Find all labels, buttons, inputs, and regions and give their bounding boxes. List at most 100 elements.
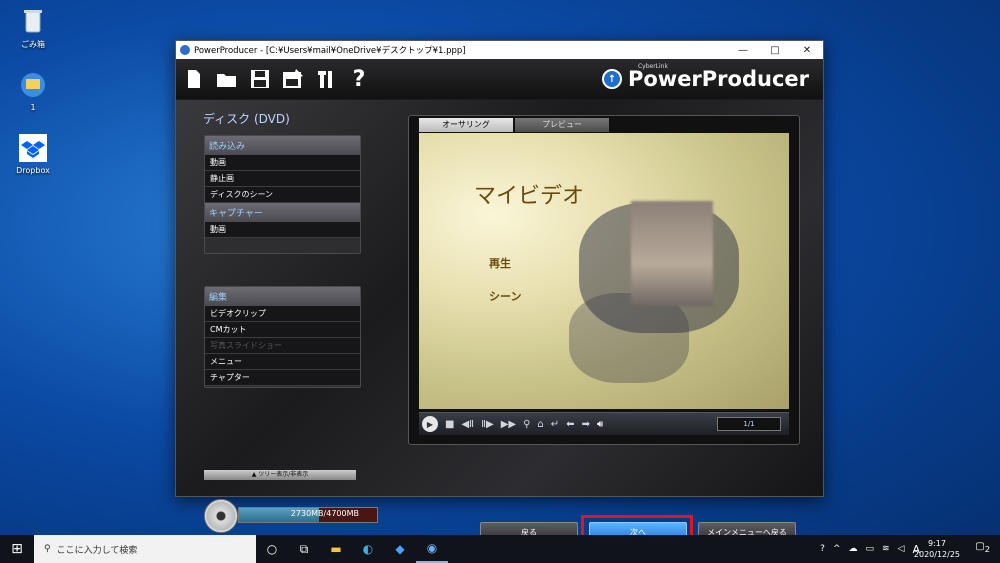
close-button[interactable]: ✕ — [791, 45, 823, 56]
task-view-icon: ⧉ — [299, 541, 309, 556]
clock[interactable]: 9:17 2020/12/25 — [914, 538, 960, 560]
walk-icon[interactable]: ⚲ — [523, 419, 530, 430]
edge-button[interactable]: ◐ — [352, 542, 384, 556]
folder-icon: ▬ — [330, 542, 342, 556]
arrow-left-icon[interactable]: ⬅ — [566, 419, 574, 430]
powerproducer-window: PowerProducer - [C:¥Users¥mail¥OneDrive¥… — [175, 40, 824, 547]
enter-icon[interactable]: ↵ — [551, 419, 559, 430]
import-item-still[interactable]: 静止画 — [205, 171, 360, 187]
chevron-up-icon[interactable]: ^ — [833, 544, 841, 554]
capture-item-video[interactable]: 動画 — [205, 222, 360, 238]
dropbox-icon — [18, 133, 48, 163]
desktop-icon-label: Dropbox — [16, 166, 50, 175]
menu-scene[interactable]: シーン — [489, 288, 521, 304]
edit-header: 編集 — [205, 287, 360, 306]
edit-item-photo-slideshow: 写真スライドショー — [205, 338, 360, 354]
stop-icon[interactable]: ■ — [445, 419, 454, 430]
arrow-right-icon[interactable]: ➡ — [582, 419, 590, 430]
capture-header: キャプチャー — [205, 203, 360, 222]
new-icon — [188, 70, 200, 88]
edit-item-video-clip[interactable]: ビデオクリップ — [205, 306, 360, 322]
tab-authoring[interactable]: オーサリング — [419, 118, 513, 132]
tab-preview[interactable]: プレビュー — [515, 118, 609, 132]
notification-count: 2 — [984, 544, 990, 554]
playback-controls: ▶ ■ ◀Ⅱ Ⅱ▶ ▶▶ ⚲ ⌂ ↵ ⬅ ➡ 🔊︎ 1/1 — [419, 412, 789, 435]
menu-play[interactable]: 再生 — [489, 255, 511, 271]
toolbar: ? ↑ CyberLink PowerProducer — [176, 59, 823, 99]
save-as-icon — [283, 69, 303, 88]
search-icon: ⚲ — [44, 544, 51, 554]
desktop-icon-label: 1 — [30, 103, 36, 112]
desktop-icon-powerproducer-file[interactable]: 1 — [8, 70, 58, 112]
help-button[interactable]: ? — [344, 66, 374, 92]
blurred-photo — [631, 201, 713, 306]
title-bar[interactable]: PowerProducer - [C:¥Users¥mail¥OneDrive¥… — [176, 41, 823, 59]
fast-forward-icon[interactable]: ▶▶ — [501, 419, 516, 430]
powerproducer-file-icon — [18, 70, 48, 100]
minimize-button[interactable]: — — [727, 45, 759, 56]
circle-icon: ○ — [266, 542, 278, 556]
powerproducer-taskbar-button[interactable]: ◉ — [416, 535, 448, 563]
explorer-button[interactable]: ▬ — [320, 542, 352, 556]
brand-label: PowerProducer — [627, 67, 809, 91]
network-icon[interactable]: ▭ — [865, 544, 874, 554]
disc-icon — [204, 499, 238, 533]
taskbar: ⊞ ⚲ ここに入力して検索 ○ ⧉ ▬ ◐ ◆ ◉ ? ^ ☁ ▭ ≋ ◁ A … — [0, 535, 1000, 563]
dropbox-icon: ◆ — [395, 542, 405, 556]
tools-button[interactable] — [311, 66, 341, 92]
help-tray-icon[interactable]: ? — [820, 544, 825, 554]
new-button[interactable] — [179, 66, 209, 92]
next-frame-icon[interactable]: Ⅱ▶ — [481, 419, 494, 430]
menu-preview-screen: マイビデオ 再生 シーン — [419, 133, 789, 409]
clock-date: 2020/12/25 — [913, 550, 960, 559]
main-area: ディスク (DVD) 読み込み 動画 静止画 ディスクのシーン キャプチャー 動… — [176, 100, 823, 547]
start-button[interactable]: ⊞ — [0, 541, 34, 557]
clock-time: 9:17 — [927, 539, 946, 548]
open-icon — [217, 74, 236, 87]
edge-icon: ◐ — [362, 542, 374, 556]
search-box[interactable]: ⚲ ここに入力して検索 — [34, 535, 256, 563]
system-tray: ? ^ ☁ ▭ ≋ ◁ A — [820, 535, 920, 563]
maximize-button[interactable]: □ — [759, 45, 791, 56]
desktop-icon-label: ごみ箱 — [21, 40, 45, 49]
powerproducer-icon: ◉ — [426, 541, 438, 555]
capacity-text: 2730MB/4700MB — [290, 509, 359, 518]
disc-type-title: ディスク (DVD) — [203, 112, 290, 126]
tree-toggle-label: ツリー表示/非表示 — [258, 471, 309, 478]
preview-tabs: オーサリング プレビュー — [419, 118, 611, 132]
tree-toggle-button[interactable]: ▲ ツリー表示/非表示 — [204, 470, 356, 480]
recycle-bin-icon — [18, 6, 48, 36]
edit-panel: 編集 ビデオクリップ CMカット 写真スライドショー メニュー チャプター — [204, 286, 361, 388]
edit-item-chapter[interactable]: チャプター — [205, 370, 360, 386]
prev-frame-icon[interactable]: ◀Ⅱ — [461, 419, 474, 430]
disc-capacity-bar: 2730MB/4700MB — [238, 507, 378, 523]
save-as-button[interactable] — [278, 66, 308, 92]
desktop-icon-recycle-bin[interactable]: ごみ箱 — [8, 6, 58, 50]
brand-small-label: CyberLink — [637, 63, 668, 70]
import-panel: 読み込み 動画 静止画 ディスクのシーン キャプチャー 動画 — [204, 135, 361, 254]
wifi-icon[interactable]: ≋ — [882, 544, 890, 554]
play-icon: ▶ — [426, 419, 434, 429]
desktop-icon-dropbox[interactable]: Dropbox — [8, 133, 58, 175]
save-button[interactable] — [245, 66, 275, 92]
task-view-button[interactable]: ⧉ — [288, 542, 320, 557]
triangle-up-icon: ▲ — [251, 471, 257, 478]
ink-frame — [569, 293, 689, 383]
onedrive-icon[interactable]: ☁ — [848, 544, 857, 554]
volume-icon[interactable]: 🔊︎ — [597, 419, 603, 430]
import-item-video[interactable]: 動画 — [205, 155, 360, 171]
page-counter: 1/1 — [717, 417, 781, 431]
import-item-disc-scene[interactable]: ディスクのシーン — [205, 187, 360, 203]
cortana-button[interactable]: ○ — [256, 542, 288, 556]
edit-item-menu[interactable]: メニュー — [205, 354, 360, 370]
preview-panel: オーサリング プレビュー マイビデオ 再生 シーン ▶ ■ ◀Ⅱ Ⅱ▶ ▶▶ ⚲… — [408, 115, 800, 445]
edit-item-cm-cut[interactable]: CMカット — [205, 322, 360, 338]
volume-tray-icon[interactable]: ◁ — [898, 544, 905, 554]
notification-button[interactable]: ▢2 — [975, 541, 990, 554]
dropbox-taskbar-button[interactable]: ◆ — [384, 542, 416, 556]
tools-icon — [318, 71, 332, 88]
open-button[interactable] — [212, 66, 242, 92]
import-header: 読み込み — [205, 136, 360, 155]
home-icon[interactable]: ⌂ — [537, 419, 543, 430]
play-button[interactable]: ▶ — [422, 416, 438, 432]
